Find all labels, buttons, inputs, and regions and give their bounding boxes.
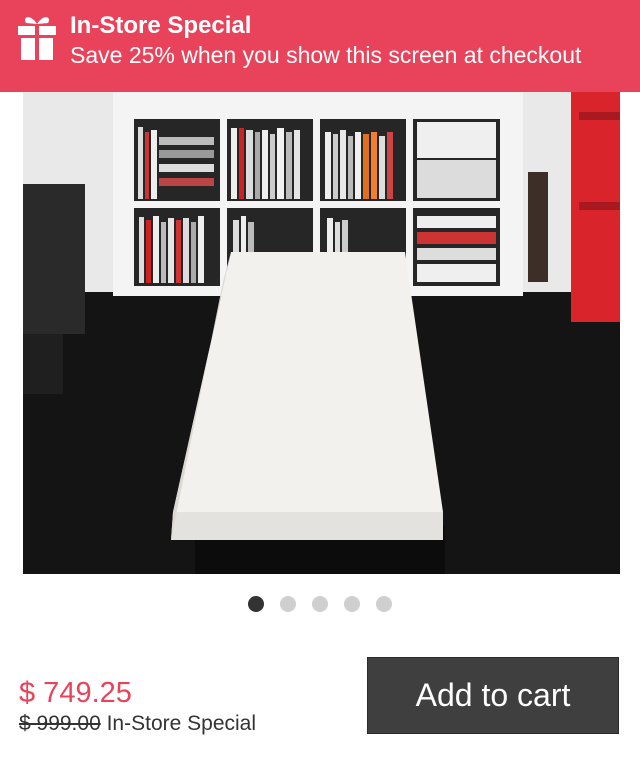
sale-price: $ 749.25 [19,677,132,709]
carousel-dots [0,596,640,614]
banner-title: In-Store Special [70,12,252,39]
carousel-dot-5[interactable] [376,596,392,612]
add-to-cart-button[interactable]: Add to cart [367,657,619,734]
original-price-suffix: In-Store Special [106,712,257,735]
carousel-dot-4[interactable] [344,596,360,612]
gift-icon [18,17,56,60]
carousel-dot-3[interactable] [312,596,328,612]
original-price: $ 999.00 [19,712,101,735]
product-image[interactable] [23,92,620,574]
coffee-table-photo [23,92,620,574]
in-store-special-banner: In-Store Special Save 25% when you show … [0,0,640,92]
banner-subtitle: Save 25% when you show this screen at ch… [70,42,582,68]
carousel-dot-1[interactable] [248,596,264,612]
carousel-dot-2[interactable] [280,596,296,612]
original-price-row: $ 999.00 In-Store Special [19,711,256,737]
